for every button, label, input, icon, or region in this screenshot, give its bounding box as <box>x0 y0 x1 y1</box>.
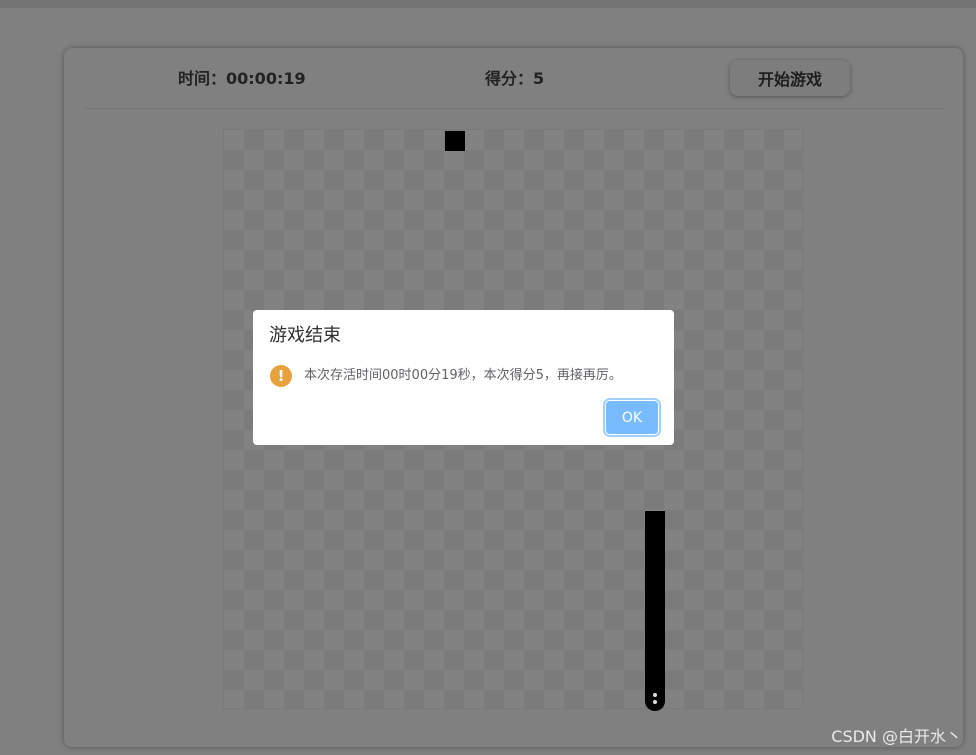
timer-value: 00:00:19 <box>226 69 306 88</box>
game-over-dialog: 游戏结束 ! 本次存活时间00时00分19秒，本次得分5，再接再厉。 OK <box>253 310 674 445</box>
timer-label: 时间： <box>178 69 227 88</box>
watermark: CSDN @白开水丶 <box>831 727 962 746</box>
score-value: 5 <box>533 69 545 88</box>
snake-eye <box>653 700 657 704</box>
snake-body <box>645 511 665 681</box>
top-strip <box>0 0 976 8</box>
dialog-title: 游戏结束 <box>269 325 341 346</box>
snake-head <box>645 681 665 711</box>
start-game-button[interactable]: 开始游戏 <box>730 60 850 96</box>
score-label: 得分： <box>485 69 534 88</box>
header-divider <box>85 108 943 109</box>
snake-eye <box>653 693 657 697</box>
warning-icon: ! <box>270 365 292 387</box>
dialog-message: 本次存活时间00时00分19秒，本次得分5，再接再厉。 <box>304 368 622 383</box>
timer-display: 时间：00:00:19 <box>178 69 306 89</box>
ok-button[interactable]: OK <box>606 401 658 434</box>
score-display: 得分：5 <box>485 69 544 89</box>
food-block <box>445 131 465 151</box>
